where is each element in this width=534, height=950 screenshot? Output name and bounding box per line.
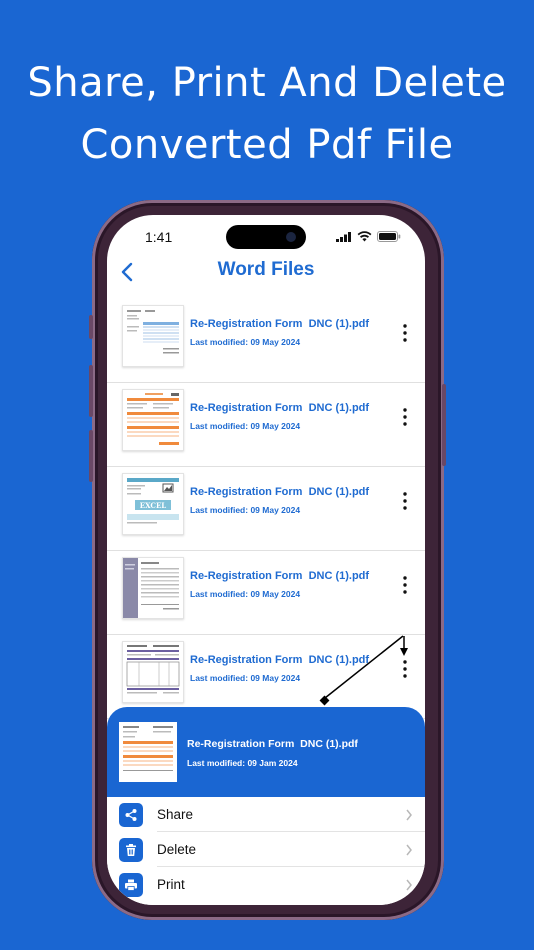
- chevron-right-icon: [406, 809, 412, 821]
- share-label: Share: [157, 807, 194, 822]
- signal-icon: [336, 231, 351, 242]
- delete-action[interactable]: Delete: [107, 832, 425, 867]
- trash-icon: [119, 838, 143, 862]
- file-modified-date: Last modified: 09 May 2024: [190, 589, 301, 599]
- side-button-volume-down: [89, 430, 93, 482]
- sheet-file-modified-date: Last modified: 09 Jam 2024: [187, 758, 298, 768]
- file-name: Re-Registration Form DNC (1).pdf: [190, 402, 370, 414]
- sheet-file-thumbnail: [119, 722, 177, 782]
- file-row[interactable]: EXCEL Re-Registration Form DNC (1).pdf L…: [107, 467, 425, 551]
- file-thumbnail: [122, 641, 184, 703]
- more-options-icon[interactable]: [401, 575, 409, 595]
- status-time: 1:41: [145, 229, 173, 245]
- file-row[interactable]: Re-Registration Form DNC (1).pdf Last mo…: [107, 551, 425, 635]
- file-list: Re-Registration Form DNC (1).pdf Last mo…: [107, 299, 425, 719]
- delete-label: Delete: [157, 842, 197, 857]
- more-options-icon[interactable]: [401, 407, 409, 427]
- more-options-icon[interactable]: [401, 659, 409, 679]
- sheet-file-name: Re-Registration Form DNC (1).pdf: [187, 738, 358, 750]
- chevron-right-icon: [406, 879, 412, 891]
- wifi-icon: [357, 231, 372, 242]
- chevron-right-icon: [406, 844, 412, 856]
- more-options-icon[interactable]: [401, 491, 409, 511]
- print-label: Print: [157, 877, 185, 892]
- file-name: Re-Registration Form DNC (1).pdf: [190, 486, 370, 498]
- share-action[interactable]: Share: [107, 797, 425, 832]
- file-thumbnail: EXCEL: [122, 473, 184, 535]
- file-name: Re-Registration Form DNC (1).pdf: [190, 318, 370, 330]
- headline: Share, Print And Delete Converted Pdf Fi…: [0, 52, 534, 176]
- nav-bar: Word Files: [107, 255, 425, 289]
- file-thumbnail: [122, 389, 184, 451]
- file-modified-date: Last modified: 09 May 2024: [190, 421, 301, 431]
- headline-line-2: Converted Pdf File: [80, 122, 454, 168]
- file-action-sheet: Re-Registration Form DNC (1).pdf Last mo…: [107, 707, 425, 905]
- status-icons: [336, 231, 401, 242]
- side-button-volume-up: [89, 365, 93, 417]
- file-name: Re-Registration Form DNC (1).pdf: [190, 654, 370, 666]
- side-button-power: [442, 384, 446, 466]
- file-row[interactable]: Re-Registration Form DNC (1).pdf Last mo…: [107, 383, 425, 467]
- file-thumbnail: [122, 305, 184, 367]
- share-icon: [119, 803, 143, 827]
- thumbnail-badge: EXCEL: [140, 501, 167, 510]
- file-row[interactable]: Re-Registration Form DNC (1).pdf Last mo…: [107, 299, 425, 383]
- headline-line-1: Share, Print And Delete: [27, 60, 507, 106]
- phone-screen: 1:41 Word Files Re-Registration Form DNC…: [107, 215, 425, 905]
- printer-icon: [119, 873, 143, 897]
- print-action[interactable]: Print: [107, 867, 425, 902]
- file-name: Re-Registration Form DNC (1).pdf: [190, 570, 370, 582]
- page-title: Word Files: [217, 259, 315, 280]
- dynamic-island: [226, 225, 306, 249]
- file-modified-date: Last modified: 09 May 2024: [190, 505, 301, 515]
- file-modified-date: Last modified: 09 May 2024: [190, 673, 301, 683]
- file-modified-date: Last modified: 09 May 2024: [190, 337, 301, 347]
- file-thumbnail: [122, 557, 184, 619]
- more-options-icon[interactable]: [401, 323, 409, 343]
- battery-icon: [377, 231, 401, 242]
- side-button-action: [89, 315, 93, 339]
- sheet-file-header: Re-Registration Form DNC (1).pdf Last mo…: [107, 707, 425, 797]
